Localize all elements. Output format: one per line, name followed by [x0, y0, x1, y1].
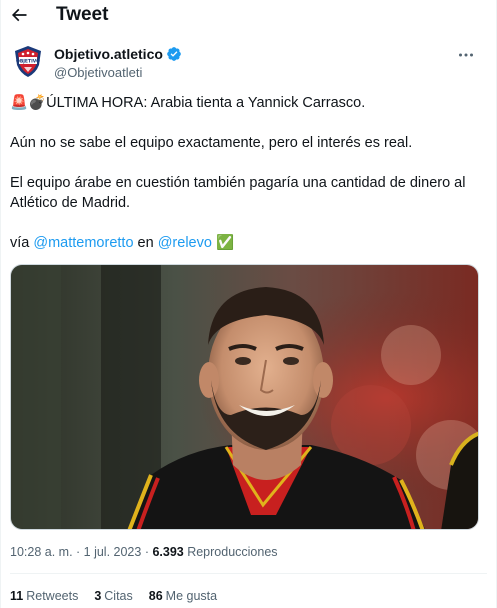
- tweet-line-2: Aún no se sabe el equipo exactamente, pe…: [10, 135, 413, 151]
- quotes-label: Citas: [104, 589, 133, 603]
- svg-text:OBJETIVO: OBJETIVO: [16, 59, 40, 65]
- verified-badge-icon: [167, 47, 181, 61]
- tweet-line-4: Atlético de Madrid.: [10, 195, 131, 211]
- divider: [10, 573, 487, 574]
- arrow-left-icon: [11, 8, 27, 22]
- quotes-count: 3: [94, 589, 102, 603]
- meta-sep-2: ·: [141, 545, 153, 559]
- tweet-stats: 11 Retweets 3 Citas 86 Me gusta: [10, 587, 233, 605]
- author-name-row: Objetivo.atletico: [54, 45, 182, 63]
- emoji-siren-bomb: 🚨💣: [10, 95, 47, 111]
- more-options-button[interactable]: [454, 47, 478, 63]
- mention-link-relevo[interactable]: @relevo: [158, 235, 212, 251]
- likes-count: 86: [148, 589, 163, 603]
- views-label: Reproducciones: [183, 545, 278, 559]
- tweet-line-3: El equipo árabe en cuestión también paga…: [10, 175, 466, 191]
- likes-stat[interactable]: 86 Me gusta: [149, 587, 217, 605]
- likes-label: Me gusta: [165, 589, 218, 603]
- tweet-time[interactable]: 10:28 a. m.: [10, 545, 73, 559]
- tweet-meta: 10:28 a. m. · 1 jul. 2023 · 6.393 Reprod…: [10, 543, 278, 561]
- tweet-line-1: 🚨💣ÚLTIMA HORA: Arabia tienta a Yannick C…: [10, 94, 490, 113]
- tweet-date[interactable]: 1 jul. 2023: [84, 545, 142, 559]
- shield-logo-icon: OBJETIVO: [10, 43, 46, 79]
- via-prefix: vía: [10, 235, 34, 251]
- player-photo-image: [11, 265, 478, 529]
- tweet-author: OBJETIVO Objetivo.atletico @Objetivoatle…: [10, 43, 490, 83]
- mention-link-mattemoretto[interactable]: @mattemoretto: [33, 235, 133, 251]
- avatar[interactable]: OBJETIVO: [10, 43, 46, 79]
- via-mid: en: [133, 235, 158, 251]
- author-handle[interactable]: @Objetivoatleti: [54, 64, 142, 81]
- check-mark-icon: ✅: [215, 235, 235, 251]
- quotes-stat[interactable]: 3 Citas: [94, 587, 132, 605]
- page-title: Tweet: [56, 4, 109, 25]
- back-button[interactable]: [7, 3, 31, 27]
- views-count: 6.393: [152, 545, 184, 559]
- tweet-photo[interactable]: [10, 264, 479, 530]
- header-bar: Tweet: [1, 0, 496, 30]
- headline-text: ÚLTIMA HORA: Arabia tienta a Yannick Car…: [46, 95, 366, 111]
- retweets-label: Retweets: [26, 589, 79, 603]
- tweet-page: Tweet OBJETIVO Objetivo.atletico @Objeti…: [0, 0, 497, 608]
- meta-sep-1: ·: [72, 545, 84, 559]
- retweets-count: 11: [10, 589, 24, 603]
- retweets-stat[interactable]: 11 Retweets: [10, 587, 78, 605]
- tweet-line-via: vía @mattemoretto en @relevo ✅: [10, 234, 490, 253]
- more-horizontal-icon: [459, 53, 473, 57]
- author-display-name[interactable]: Objetivo.atletico: [54, 45, 163, 63]
